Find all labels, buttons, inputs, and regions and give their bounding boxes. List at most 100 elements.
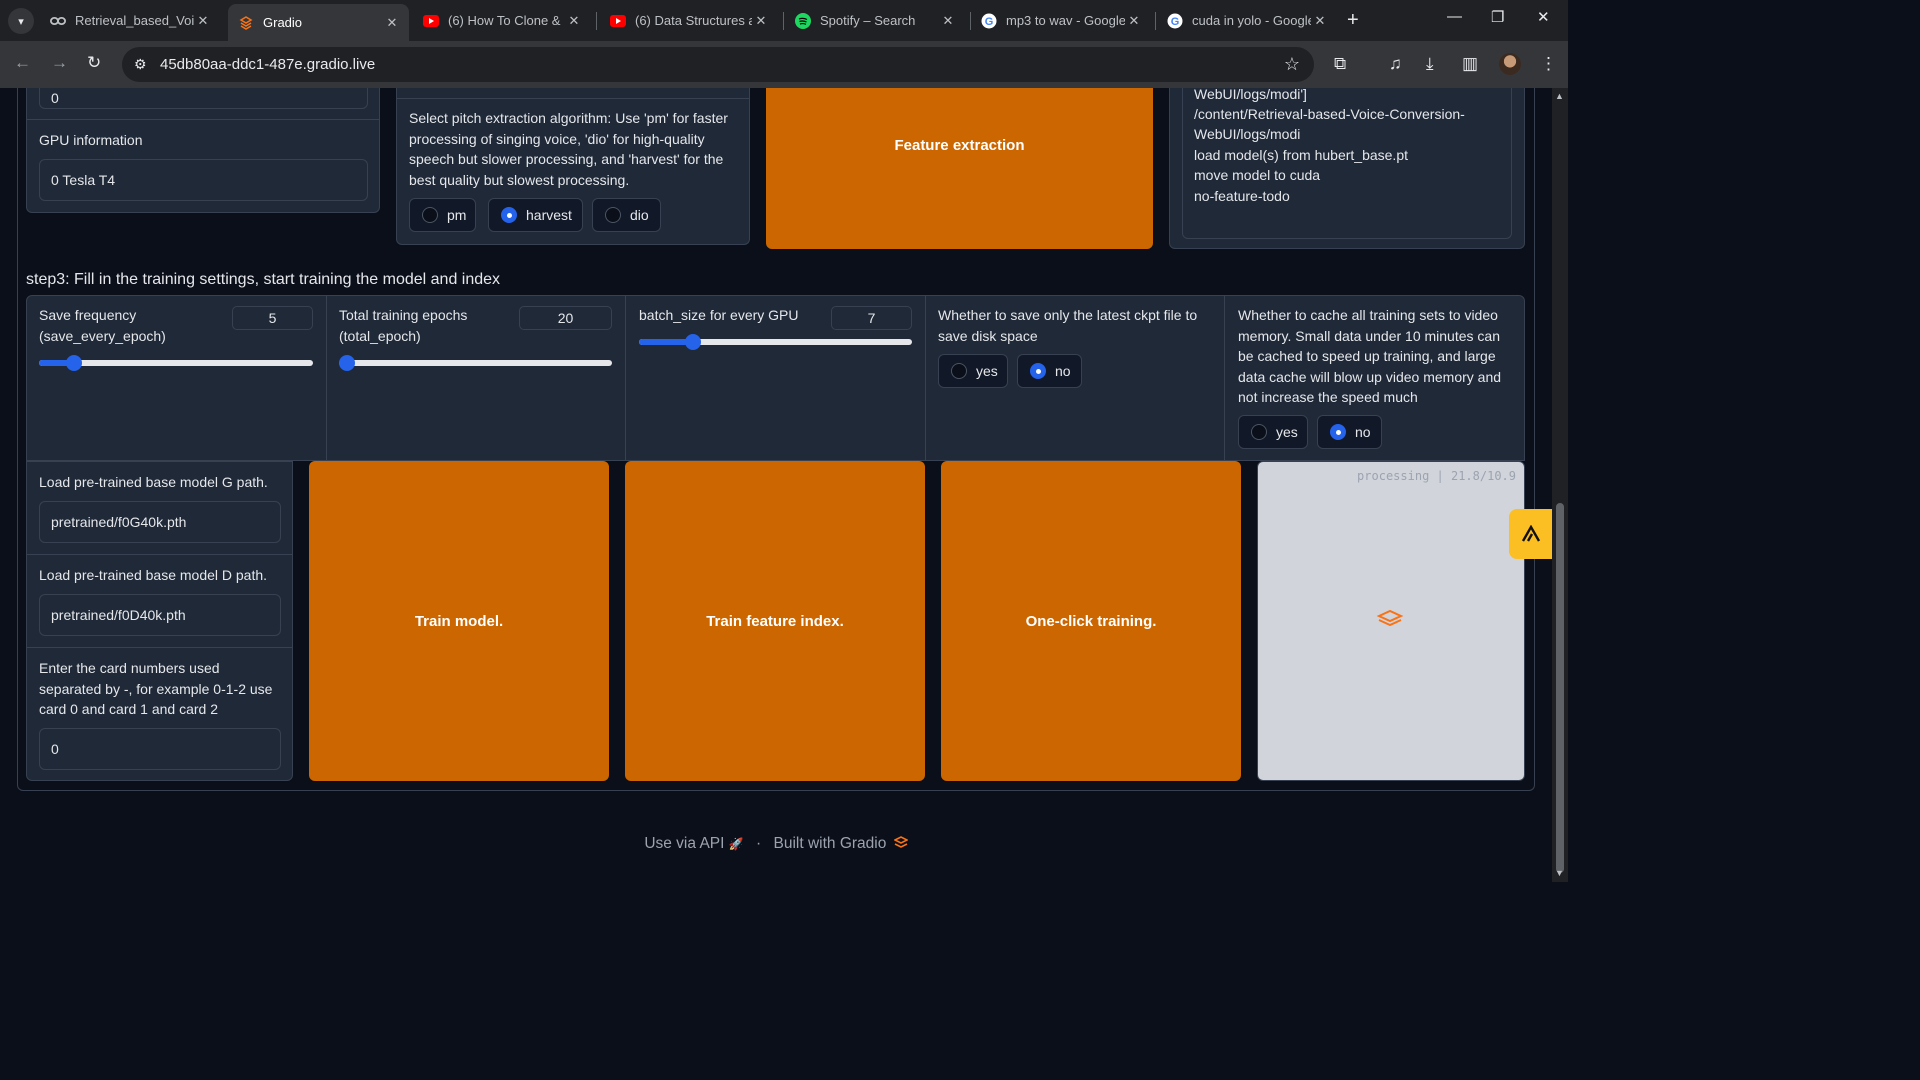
loading-spinner-icon: [1376, 609, 1404, 627]
pretrained-d-input[interactable]: pretrained/f0D40k.pth: [39, 594, 281, 636]
close-tab-icon[interactable]: ✕: [939, 13, 957, 29]
divider: [397, 98, 749, 99]
tab-search-button[interactable]: ▾: [8, 8, 34, 34]
radio-save-latest-yes[interactable]: yes: [938, 354, 1008, 388]
train-model-button[interactable]: Train model.: [309, 461, 609, 781]
gpu-panel: 0 GPU information 0 Tesla T4: [26, 88, 380, 213]
train-index-button[interactable]: Train feature index.: [625, 461, 925, 781]
save-latest-label: Whether to save only the latest ckpt fil…: [938, 307, 1198, 344]
save-frequency-input[interactable]: 5: [232, 306, 313, 330]
minimize-icon[interactable]: —: [1447, 8, 1462, 25]
google-icon: G: [981, 13, 997, 29]
spotify-icon: [795, 12, 811, 29]
site-info-icon[interactable]: ⚙: [134, 56, 147, 73]
radio-cache-yes[interactable]: yes: [1238, 415, 1308, 449]
close-tab-icon[interactable]: ✕: [1125, 13, 1143, 29]
youtube-icon: [423, 13, 439, 29]
gradio-logo-icon: [892, 836, 909, 848]
built-with-gradio-link[interactable]: Built with Gradio: [774, 835, 887, 852]
close-tab-icon[interactable]: ✕: [1311, 13, 1329, 29]
reload-icon[interactable]: ↻: [87, 53, 101, 73]
tab-separator: [596, 12, 597, 30]
floating-helper-icon[interactable]: [1509, 509, 1552, 559]
log-line: no-feature-todo: [1194, 188, 1290, 204]
tab-title: (6) How To Clone & L: [448, 13, 565, 28]
scroll-down-icon[interactable]: ▼: [1555, 868, 1564, 878]
gpu-index-value: 0: [51, 90, 59, 106]
restore-icon[interactable]: ❐: [1491, 8, 1504, 26]
footer-separator: ·: [756, 835, 762, 852]
tab-spotify[interactable]: Spotify – Search ✕: [785, 6, 965, 35]
gpu-index-field[interactable]: 0: [39, 88, 368, 109]
new-tab-icon[interactable]: +: [1347, 9, 1359, 32]
address-bar[interactable]: ⚙ 45db80aa-ddc1-487e.gradio.live ☆: [122, 47, 1314, 82]
divider: [925, 296, 926, 460]
slider-thumb[interactable]: [339, 355, 355, 371]
tab-youtube-clone[interactable]: (6) How To Clone & L ✕: [413, 6, 591, 35]
radio-save-latest-no[interactable]: no: [1017, 354, 1082, 388]
bookmark-star-icon[interactable]: ☆: [1284, 54, 1300, 75]
radio-pm[interactable]: pm: [409, 198, 476, 232]
radio-label: no: [1355, 424, 1371, 440]
save-frequency-label: Save frequency (save_every_epoch): [39, 307, 166, 344]
tab-google-mp3[interactable]: G mp3 to wav - Google ✕: [971, 6, 1151, 35]
radio-cache-no[interactable]: no: [1317, 415, 1382, 449]
profile-avatar[interactable]: [1499, 53, 1521, 75]
youtube-icon: [610, 13, 626, 29]
save-frequency-slider[interactable]: [39, 355, 313, 371]
use-via-api-link[interactable]: Use via API: [644, 835, 724, 852]
radio-dot: [422, 207, 438, 223]
close-tab-icon[interactable]: ✕: [194, 13, 212, 29]
tab-google-cuda[interactable]: G cuda in yolo - Google ✕: [1157, 6, 1337, 35]
gradio-page: 0 GPU information 0 Tesla T4 Select pitc…: [0, 88, 1552, 882]
radio-dot: [1030, 363, 1046, 379]
total-epoch-input[interactable]: 20: [519, 306, 612, 330]
browser-tab-strip: ▾ Retrieval_based_Voic ✕ Gradio ✕ (6) Ho…: [0, 0, 1568, 41]
url-text[interactable]: 45db80aa-ddc1-487e.gradio.live: [160, 56, 375, 73]
gpu-info-field[interactable]: 0 Tesla T4: [39, 159, 368, 201]
tab-colab[interactable]: Retrieval_based_Voic ✕: [40, 6, 220, 35]
tab-gradio[interactable]: Gradio ✕: [228, 4, 409, 41]
tab-title: mp3 to wav - Google: [1006, 13, 1125, 28]
pitch-panel: Select pitch extraction algorithm: Use '…: [396, 88, 750, 245]
radio-dot: [1330, 424, 1346, 440]
media-control-icon[interactable]: ♫: [1389, 54, 1402, 74]
download-icon[interactable]: ⤓: [1426, 54, 1434, 74]
feature-extraction-button[interactable]: Feature extraction: [766, 88, 1153, 249]
extensions-icon[interactable]: ⧉: [1334, 54, 1346, 74]
gradio-icon: [238, 15, 254, 31]
scrollbar-thumb[interactable]: [1556, 503, 1564, 873]
radio-dot: [501, 207, 517, 223]
batch-size-input[interactable]: 7: [831, 306, 912, 330]
radio-dot: [605, 207, 621, 223]
pretrained-d-label: Load pre-trained base model D path.: [39, 567, 268, 583]
log-line: WebUI/logs/modi']: [1194, 88, 1307, 102]
gpu-cards-input[interactable]: 0: [39, 728, 281, 770]
browser-toolbar: ← → ↻ ⚙ 45db80aa-ddc1-487e.gradio.live ☆…: [0, 41, 1568, 88]
forward-icon[interactable]: →: [51, 53, 68, 73]
tab-title: Spotify – Search: [820, 13, 916, 28]
pretrained-g-input[interactable]: pretrained/f0G40k.pth: [39, 501, 281, 543]
radio-harvest[interactable]: harvest: [488, 198, 583, 232]
radio-dio[interactable]: dio: [592, 198, 661, 232]
close-tab-icon[interactable]: ✕: [565, 13, 583, 29]
total-epoch-label: Total training epochs (total_epoch): [339, 307, 468, 344]
close-window-icon[interactable]: ✕: [1537, 8, 1550, 26]
tab-youtube-ds[interactable]: (6) Data Structures ar ✕: [600, 6, 778, 35]
radio-dot: [1251, 424, 1267, 440]
side-panel-icon[interactable]: ▥: [1462, 54, 1478, 74]
button-label: Feature extraction: [894, 137, 1025, 154]
page-scrollbar[interactable]: ▲ ▼: [1552, 88, 1568, 882]
gpu-cards-value: 0: [51, 741, 59, 757]
one-click-training-button[interactable]: One-click training.: [941, 461, 1241, 781]
back-icon[interactable]: ←: [14, 53, 31, 73]
scroll-up-icon[interactable]: ▲: [1555, 91, 1564, 101]
close-tab-icon[interactable]: ✕: [383, 15, 401, 31]
radio-label: no: [1055, 363, 1071, 379]
more-menu-icon[interactable]: ⋮: [1540, 54, 1557, 74]
tab-title: Gradio: [263, 15, 303, 30]
radio-label: dio: [630, 207, 649, 223]
total-epoch-slider[interactable]: [339, 355, 612, 371]
close-tab-icon[interactable]: ✕: [752, 13, 770, 29]
batch-size-slider[interactable]: [639, 334, 912, 350]
